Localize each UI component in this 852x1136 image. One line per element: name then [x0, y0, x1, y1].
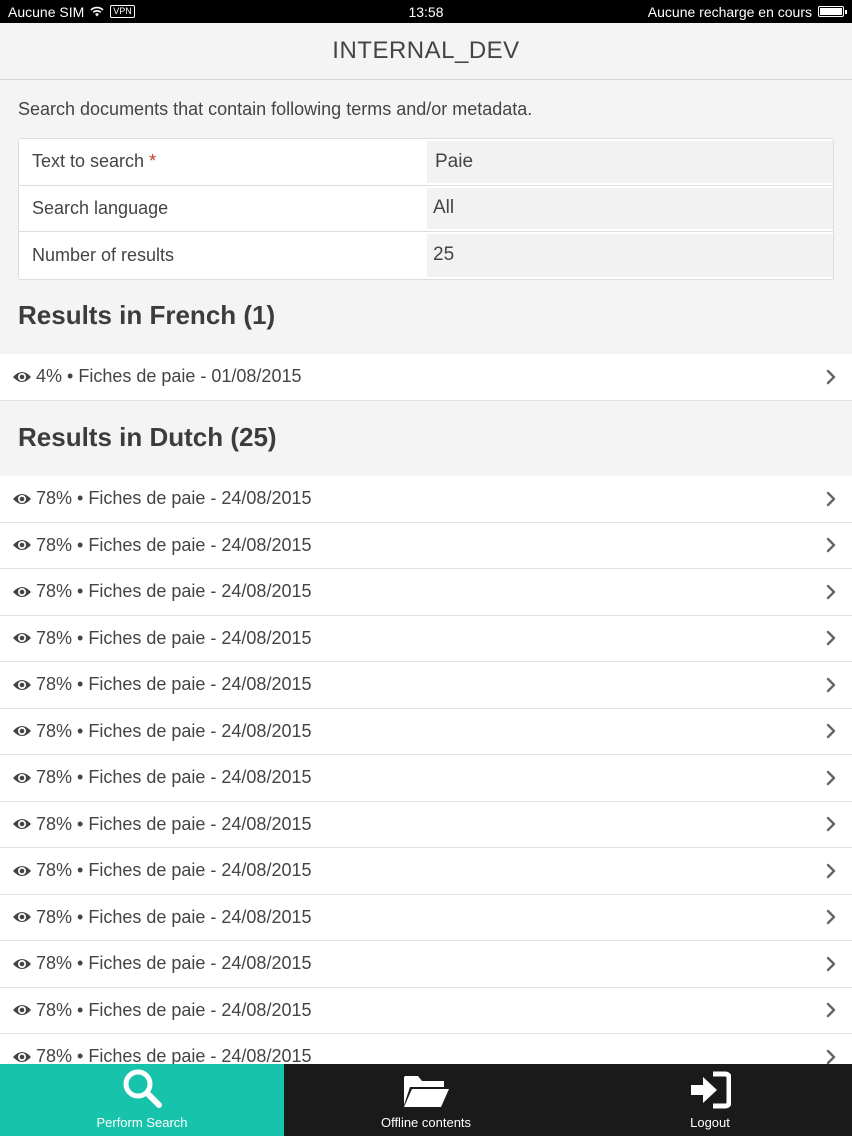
search-language-label: Search language	[32, 197, 169, 218]
result-item-label: 78% • Fiches de paie - 24/08/2015	[36, 906, 312, 927]
chevron-right-icon	[826, 724, 836, 739]
result-item-label: 78% • Fiches de paie - 24/08/2015	[36, 767, 312, 788]
result-item-label: 78% • Fiches de paie - 24/08/2015	[36, 581, 312, 602]
results-french-list: 4% • Fiches de paie - 01/08/2015	[0, 354, 852, 401]
chevron-right-icon	[826, 491, 836, 506]
result-item[interactable]: 78% • Fiches de paie - 24/08/2015	[0, 987, 852, 1034]
eye-icon	[13, 726, 31, 737]
result-item[interactable]: 78% • Fiches de paie - 24/08/2015	[0, 801, 852, 848]
result-item[interactable]: 78% • Fiches de paie - 24/08/2015	[0, 941, 852, 988]
chevron-right-icon	[826, 863, 836, 878]
wifi-icon	[90, 6, 104, 17]
chevron-right-icon	[826, 1049, 836, 1064]
result-item[interactable]: 78% • Fiches de paie - 24/08/2015	[0, 615, 852, 662]
eye-icon	[13, 679, 31, 690]
folder-open-icon	[404, 1076, 449, 1107]
form-row-search-language: Search language All	[19, 186, 833, 232]
result-item-label: 78% • Fiches de paie - 24/08/2015	[36, 999, 312, 1020]
results-dutch-list: 78% • Fiches de paie - 24/08/2015 78% • F…	[0, 476, 852, 1064]
result-item-label: 4% • Fiches de paie - 01/08/2015	[36, 366, 302, 387]
result-item[interactable]: 78% • Fiches de paie - 24/08/2015	[0, 569, 852, 616]
result-item-label: 78% • Fiches de paie - 24/08/2015	[36, 813, 312, 834]
battery-icon	[818, 6, 847, 17]
chevron-right-icon	[826, 910, 836, 925]
tab-offline-contents-label: Offline contents	[380, 1115, 472, 1130]
carrier-label: Aucune SIM	[8, 3, 85, 20]
main-content: Search documents that contain following …	[0, 80, 852, 1064]
eye-icon	[13, 586, 31, 597]
eye-icon	[13, 540, 31, 551]
result-item-label: 78% • Fiches de paie - 24/08/2015	[36, 1046, 312, 1064]
result-item[interactable]: 78% • Fiches de paie - 24/08/2015	[0, 476, 852, 523]
result-item[interactable]: 78% • Fiches de paie - 24/08/2015	[0, 662, 852, 709]
chevron-right-icon	[826, 817, 836, 832]
chevron-right-icon	[826, 369, 836, 384]
tab-offline-contents[interactable]: Offline contents	[284, 1064, 568, 1136]
eye-icon	[13, 912, 31, 923]
eye-icon	[13, 633, 31, 644]
chevron-right-icon	[826, 770, 836, 785]
result-item-label: 78% • Fiches de paie - 24/08/2015	[36, 860, 312, 881]
eye-icon	[13, 1005, 31, 1016]
result-item[interactable]: 78% • Fiches de paie - 24/08/2015	[0, 894, 852, 941]
form-row-number-of-results: Number of results 25	[19, 232, 833, 279]
chevron-right-icon	[826, 584, 836, 599]
eye-icon	[13, 772, 31, 783]
chevron-right-icon	[826, 631, 836, 646]
search-icon	[123, 1069, 162, 1108]
result-item-label: 78% • Fiches de paie - 24/08/2015	[36, 488, 312, 509]
eye-icon	[13, 819, 31, 830]
result-item-label: 78% • Fiches de paie - 24/08/2015	[36, 953, 312, 974]
chevron-right-icon	[826, 677, 836, 692]
eye-icon	[13, 958, 31, 969]
result-item[interactable]: 78% • Fiches de paie - 24/08/2015	[0, 708, 852, 755]
required-mark: *	[149, 151, 157, 172]
result-item-label: 78% • Fiches de paie - 24/08/2015	[36, 674, 312, 695]
eye-icon	[13, 371, 31, 382]
charging-status: Aucune recharge en cours	[647, 3, 812, 20]
text-to-search-label-text: Text to search	[32, 151, 145, 172]
number-of-results-input[interactable]: 25	[427, 234, 833, 277]
logout-icon	[691, 1071, 731, 1109]
vpn-badge: VPN	[110, 5, 135, 18]
result-item-label: 78% • Fiches de paie - 24/08/2015	[36, 534, 312, 555]
chevron-right-icon	[826, 956, 836, 971]
search-intro: Search documents that contain following …	[18, 99, 533, 119]
search-language-select[interactable]: All	[427, 187, 833, 229]
text-to-search-input[interactable]: Paie	[427, 141, 833, 183]
number-of-results-label: Number of results	[32, 244, 175, 265]
chevron-right-icon	[826, 1003, 836, 1018]
tab-perform-search[interactable]: Perform Search	[0, 1064, 284, 1136]
eye-icon	[13, 865, 31, 876]
tab-logout[interactable]: Logout	[568, 1064, 852, 1136]
tab-logout-label: Logout	[690, 1115, 730, 1130]
tab-perform-search-label: Perform Search	[96, 1115, 188, 1130]
navigation-bar: INTERNAL_DEV	[0, 23, 852, 80]
result-item-label: 78% • Fiches de paie - 24/08/2015	[36, 720, 312, 741]
tab-bar: Perform Search Offline contents Logout	[0, 1064, 852, 1136]
text-to-search-label: Text to search *	[19, 139, 427, 185]
eye-icon	[13, 1051, 31, 1062]
result-item[interactable]: 78% • Fiches de paie - 24/08/2015	[0, 848, 852, 895]
search-form: Text to search * Paie Search language Al…	[18, 138, 834, 280]
result-item-label: 78% • Fiches de paie - 24/08/2015	[36, 627, 312, 648]
form-row-text-to-search: Text to search * Paie	[19, 139, 833, 186]
result-item[interactable]: 78% • Fiches de paie - 24/08/2015	[0, 522, 852, 569]
result-item[interactable]: 4% • Fiches de paie - 01/08/2015	[0, 354, 852, 401]
results-dutch-title: Results in Dutch (25)	[18, 422, 277, 452]
status-bar: Aucune SIM VPN 13:58 Aucune recharge en …	[0, 0, 852, 23]
page-title: INTERNAL_DEV	[332, 37, 520, 64]
result-item[interactable]: 78% • Fiches de paie - 24/08/2015	[0, 755, 852, 802]
chevron-right-icon	[826, 538, 836, 553]
eye-icon	[13, 493, 31, 504]
results-french-title: Results in French (1)	[18, 300, 276, 330]
result-item[interactable]: 78% • Fiches de paie - 24/08/2015	[0, 1034, 852, 1064]
